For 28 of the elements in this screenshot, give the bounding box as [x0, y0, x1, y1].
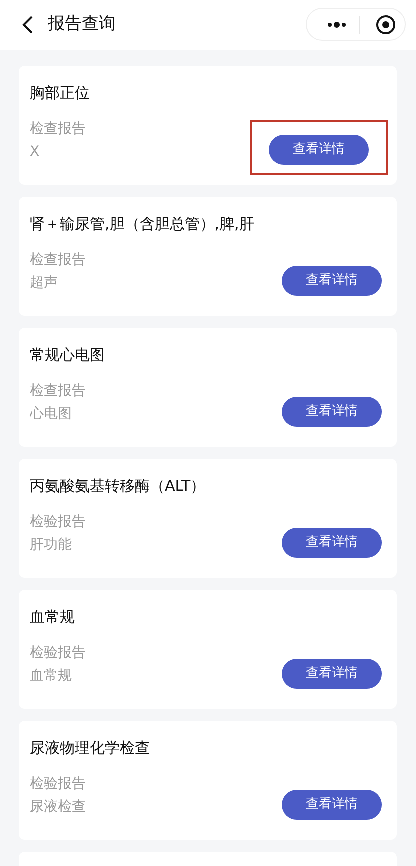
report-type: 心电图 [30, 405, 72, 424]
view-details-button[interactable]: 查看详情 [282, 790, 382, 820]
view-details-button[interactable]: 查看详情 [282, 528, 382, 558]
view-details-button[interactable]: 查看详情 [282, 659, 382, 689]
report-title: 丙氨酸氨基转移酶（ALT） [30, 476, 206, 497]
report-category: 检查报告 [30, 382, 86, 401]
report-title: 尿液物理化学检查 [30, 738, 150, 759]
report-category: 检验报告 [30, 513, 86, 532]
view-details-button[interactable]: 查看详情 [269, 135, 369, 165]
view-details-button[interactable]: 查看详情 [282, 266, 382, 296]
report-type: 肝功能 [30, 536, 72, 555]
report-title: 常规心电图 [30, 345, 105, 366]
report-type: X [30, 143, 40, 162]
page-title: 报告查询 [48, 13, 116, 36]
report-title: 血常规 [30, 607, 75, 628]
close-icon[interactable] [376, 14, 396, 34]
report-title: 肾＋输尿管,胆（含胆总管）,脾,肝 [30, 214, 254, 235]
report-title: 胸部正位 [30, 83, 90, 104]
report-type: 血常规 [30, 667, 72, 686]
report-category: 检查报告 [30, 251, 86, 270]
report-category: 检验报告 [30, 775, 86, 794]
back-icon[interactable] [22, 15, 34, 35]
report-type: 超声 [30, 274, 58, 293]
more-icon[interactable] [327, 20, 347, 28]
report-category: 检查报告 [30, 120, 86, 139]
report-type: 尿液检查 [30, 798, 86, 817]
view-details-button[interactable]: 查看详情 [282, 397, 382, 427]
report-category: 检验报告 [30, 644, 86, 663]
